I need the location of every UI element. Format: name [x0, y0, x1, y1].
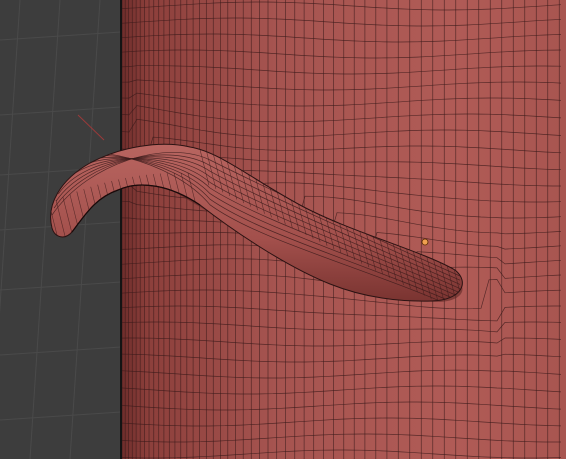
grid-line	[0, 346, 122, 356]
grid-line	[0, 106, 122, 116]
grid-line	[0, 411, 122, 421]
viewport-scene[interactable]	[0, 0, 566, 459]
origin-dot-icon[interactable]	[421, 238, 429, 246]
grid-line	[0, 281, 122, 291]
3d-viewport[interactable]	[0, 0, 566, 459]
